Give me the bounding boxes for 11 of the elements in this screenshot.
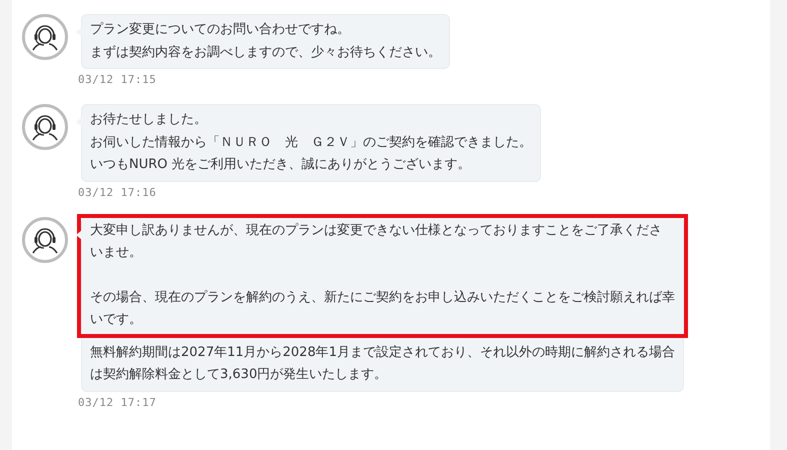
timestamp: 03/12 17:17: [78, 396, 156, 408]
avatar-icon: [22, 104, 68, 150]
message-text: 無料解約期間は2027年11月から2028年1月まで設定されており、それ以外の時期に解約される場合 は契約解除料金として3,630円が発生いたします。: [90, 344, 675, 384]
message-text: プラン変更についてのお問い合わせですね。 まずは契約内容をお調べしますので、少々お待ちください。: [90, 21, 441, 62]
timestamp: 03/12 17:15: [78, 73, 156, 86]
message-text: 大変申し訳ありませんが、現在のプランは変更できない仕様となっておりますことをご了承くださ いませ。: [90, 222, 663, 262]
message-text: その場合、現在のプランを解約のうえ、新たにご契約をお申し込みいただくことをご検討願えれば幸 いです。: [90, 288, 675, 329]
avatar-icon: [22, 14, 68, 60]
timestamp: 03/12 17:16: [78, 186, 156, 198]
message-text: お待たせしました。 お伺いした情報から「ＮＵＲＯ 光 Ｇ２Ｖ」のご契約を確認できました。 いつもNURO 光をご利用いただき、誠にありがとうございます。: [90, 111, 532, 174]
avatar-icon: [22, 216, 68, 262]
